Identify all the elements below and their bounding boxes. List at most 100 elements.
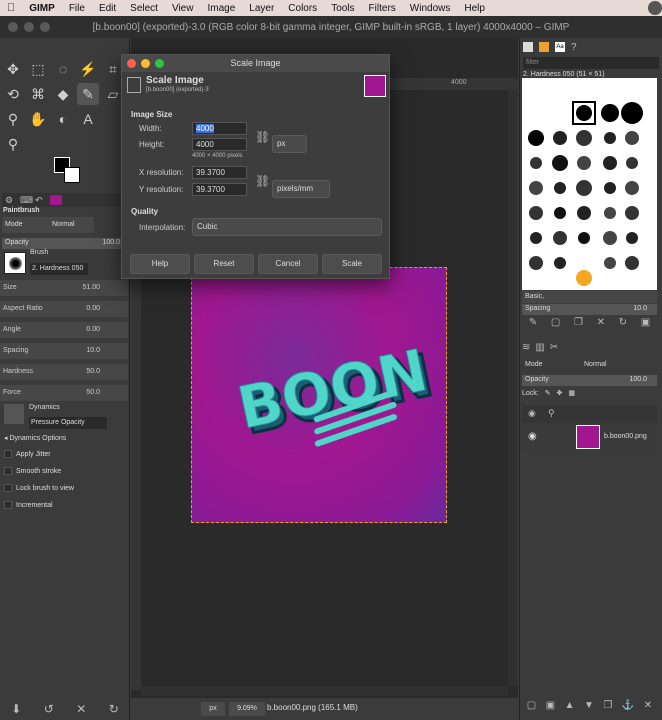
apple-icon[interactable]: 	[0, 2, 22, 14]
new-brush-icon[interactable]: ▢	[551, 317, 560, 331]
xres-input[interactable]: 39.3700	[192, 166, 247, 179]
menu-windows[interactable]: Windows	[403, 3, 458, 14]
clone-icon[interactable]: ⚲	[2, 108, 24, 130]
angle-slider[interactable]: Angle 0.00	[0, 322, 128, 338]
minimize-window-button[interactable]	[24, 22, 34, 32]
duplicate-layer-icon[interactable]: ❐	[603, 700, 612, 714]
dodge-icon[interactable]: ◐	[52, 108, 74, 130]
smudge-icon[interactable]: ✋	[27, 108, 49, 130]
unit-selector[interactable]: px	[201, 702, 225, 716]
channels-tab-icon[interactable]: ▥	[535, 342, 544, 353]
lock-position-icon[interactable]: ✥	[557, 390, 563, 397]
layer-opacity-slider[interactable]: Opacity 100.0	[522, 375, 657, 386]
brush-grid[interactable]	[522, 78, 657, 290]
lasso-icon[interactable]: ◌	[52, 58, 74, 80]
layer-name[interactable]: b.boon00.png	[604, 433, 647, 440]
cancel-button[interactable]: Cancel	[258, 254, 318, 274]
delete-layer-icon[interactable]: ✕	[644, 700, 652, 714]
vertical-scrollbar[interactable]	[508, 90, 518, 686]
lock-alpha-icon[interactable]: ▦	[568, 390, 575, 397]
reset-options-icon[interactable]: ↻	[109, 702, 119, 716]
layer-visibility-icon[interactable]: ◉	[528, 431, 537, 442]
brush-filter-input[interactable]: filter	[523, 57, 659, 69]
new-layer-icon[interactable]: ▢	[527, 700, 536, 714]
canvas-image[interactable]: BOON BOON	[191, 267, 447, 523]
width-input[interactable]: 4000	[192, 122, 247, 135]
anchor-layer-icon[interactable]: ⚓	[622, 700, 634, 714]
brush-spacing-slider[interactable]: Spacing 10.0	[522, 304, 657, 315]
help-button[interactable]: Help	[130, 254, 190, 274]
force-slider[interactable]: Force 50.0	[0, 385, 128, 401]
help-tab-icon[interactable]: ?	[571, 42, 577, 53]
layer-mode-dropdown[interactable]: Normal	[584, 361, 607, 368]
menu-tools[interactable]: Tools	[324, 3, 361, 14]
menu-select[interactable]: Select	[123, 3, 165, 14]
menu-filters[interactable]: Filters	[362, 3, 403, 14]
scale-button[interactable]: Scale	[322, 254, 382, 274]
horizontal-scrollbar[interactable]	[141, 686, 508, 696]
undo-history-tab-icon[interactable]: ↶	[35, 195, 43, 206]
zoom-selector[interactable]: 9.09%	[229, 702, 265, 716]
new-group-icon[interactable]: ▣	[546, 700, 555, 714]
aspect-ratio-slider[interactable]: Aspect Ratio 0.00	[0, 301, 128, 317]
restore-options-icon[interactable]: ↺	[44, 702, 54, 716]
bucket-fill-icon[interactable]: ◆	[52, 83, 74, 105]
brush-preview[interactable]	[4, 252, 26, 274]
brush-preset-dropdown[interactable]: Basic,	[522, 291, 657, 303]
dynamics-options-expander[interactable]: ◂ Dynamics Options	[4, 434, 66, 442]
menu-file[interactable]: File	[62, 3, 92, 14]
hardness-slider[interactable]: Hardness 50.0	[0, 364, 128, 380]
raise-layer-icon[interactable]: ▲	[565, 700, 575, 714]
warp-icon[interactable]: ⌘	[27, 83, 49, 105]
delete-options-icon[interactable]: ✕	[76, 702, 86, 716]
dynamics-icon[interactable]	[4, 404, 24, 424]
zoom-tool-icon[interactable]: ⚲	[2, 133, 24, 155]
reset-button[interactable]: Reset	[194, 254, 254, 274]
layer-row[interactable]: ◉ b.boon00.png	[522, 423, 657, 451]
size-unit-dropdown[interactable]: px	[272, 135, 307, 153]
menu-layer[interactable]: Layer	[242, 3, 281, 14]
fuzzy-select-icon[interactable]: ⚡	[77, 58, 99, 80]
open-brush-icon[interactable]: ▣	[641, 317, 650, 331]
patterns-tab-icon[interactable]	[539, 42, 549, 52]
device-status-tab-icon[interactable]: ⌨	[20, 195, 33, 206]
spacing-slider[interactable]: Spacing 10.0	[0, 343, 128, 359]
paintbrush-icon[interactable]: ✎	[77, 83, 99, 105]
transform-icon[interactable]: ⟲	[2, 83, 24, 105]
text-tool-icon[interactable]: A	[77, 108, 99, 130]
menu-edit[interactable]: Edit	[92, 3, 123, 14]
edit-brush-icon[interactable]: ✎	[529, 317, 537, 331]
move-tool-icon[interactable]: ✥	[2, 58, 24, 80]
fonts-tab-icon[interactable]: Aa	[555, 42, 565, 52]
size-slider[interactable]: Size 51.00	[0, 280, 128, 296]
menu-help[interactable]: Help	[457, 3, 492, 14]
apply-jitter-checkbox[interactable]	[4, 450, 12, 458]
height-input[interactable]: 4000	[192, 138, 247, 151]
menu-image[interactable]: Image	[200, 3, 242, 14]
res-unit-dropdown[interactable]: pixels/mm	[272, 180, 330, 198]
dialog-close-button[interactable]	[127, 59, 136, 68]
opacity-slider[interactable]: Opacity 100.0	[2, 238, 128, 249]
duplicate-brush-icon[interactable]: ❐	[574, 317, 583, 331]
rect-select-icon[interactable]: ⬚	[27, 58, 49, 80]
res-chain-link-icon[interactable]: ⛓	[255, 174, 270, 188]
control-center-icon[interactable]	[648, 1, 662, 15]
smooth-stroke-checkbox[interactable]	[4, 467, 12, 475]
mode-dropdown[interactable]: Normal	[52, 221, 75, 228]
tool-options-tab-icon[interactable]: ⚙	[5, 195, 13, 206]
save-options-icon[interactable]: ⬇	[11, 702, 21, 716]
brushes-tab-icon[interactable]	[523, 42, 533, 52]
dynamics-value[interactable]: Pressure Opacity	[29, 417, 107, 429]
layers-tab-icon[interactable]: ≋	[522, 342, 530, 353]
close-window-button[interactable]	[8, 22, 18, 32]
lock-pixels-icon[interactable]: ✎	[545, 390, 551, 397]
lock-brush-checkbox[interactable]	[4, 484, 12, 492]
images-tab-thumb[interactable]	[50, 195, 62, 205]
menu-colors[interactable]: Colors	[281, 3, 324, 14]
yres-input[interactable]: 39.3700	[192, 183, 247, 196]
delete-brush-icon[interactable]: ✕	[597, 317, 605, 331]
background-color-swatch[interactable]	[64, 167, 80, 183]
menu-view[interactable]: View	[165, 3, 201, 14]
chain-link-icon[interactable]: ⛓	[255, 130, 270, 144]
app-menu[interactable]: GIMP	[22, 3, 62, 14]
